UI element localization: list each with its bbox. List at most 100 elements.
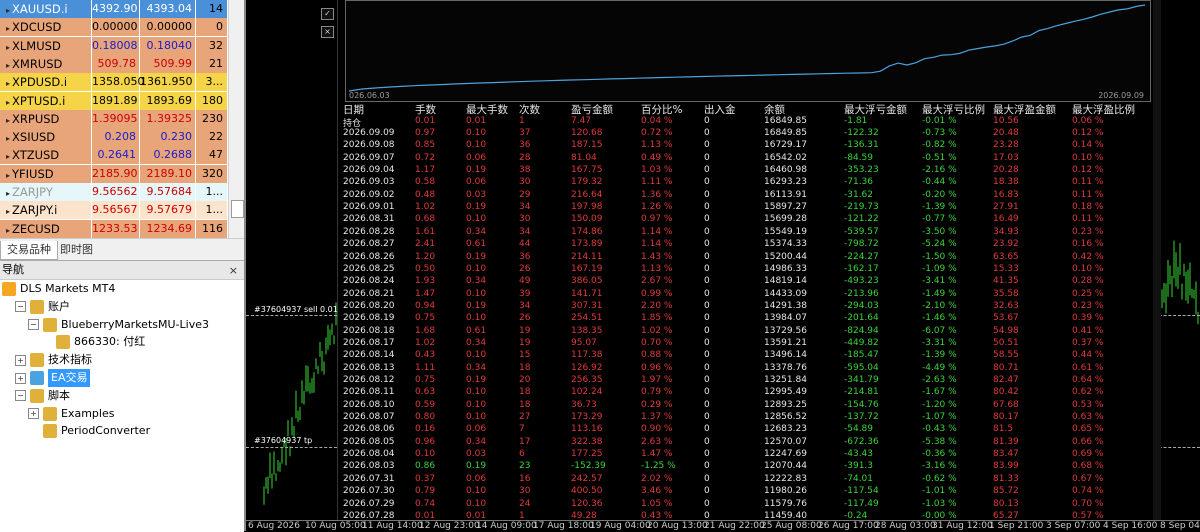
table-row[interactable]: 2026.08.17 1.02 0.34 19 95.07 0.70 % 0 13591.21… (338, 338, 1154, 350)
chart-symbol-button[interactable]: ✓ (321, 8, 334, 20)
market-row-xptusdi[interactable]: XPTUSD.i1891.891893.69180 (0, 91, 228, 111)
table-cell: 2026.09.01 (343, 202, 395, 213)
expand-toggle-icon[interactable]: − (15, 301, 26, 313)
nav-broker[interactable]: DLS Markets MT4 (2, 280, 115, 298)
table-cell: 0.16 % (1072, 239, 1104, 250)
table-row[interactable]: 2026.08.04 0.10 0.03 6 177.25 1.47 % 0 12247.69… (338, 449, 1154, 461)
market-watch-scrollbar[interactable] (228, 0, 245, 238)
take-profit-line[interactable] (246, 447, 337, 448)
market-row-yfiusd[interactable]: YFIUSD2185.902189.10320 (0, 164, 228, 184)
column-header[interactable]: 最大手数 (466, 102, 508, 117)
market-row-zarjpy[interactable]: ZARJPY9.565629.576841... (0, 183, 228, 202)
nav-account-866330[interactable]: 866330: 付红 (41, 333, 145, 351)
table-row[interactable]: 2026.09.02 0.48 0.03 29 216.64 1.36 % 0 16113.9… (338, 190, 1154, 202)
table-row[interactable]: 2026.08.25 0.50 0.10 26 167.19 1.13 % 0 14986.3… (338, 264, 1154, 276)
table-row[interactable]: 2026.07.31 0.37 0.06 16 242.57 2.02 % 0 12222.8… (338, 474, 1154, 486)
tab-tick-chart[interactable]: 即时图 (54, 241, 99, 259)
market-row-xtzusd[interactable]: XTZUSD0.26410.268847 (0, 146, 228, 166)
table-cell: 80.13 (993, 498, 1019, 509)
column-header[interactable]: 出入金 (704, 102, 736, 117)
table-row[interactable]: 2026.09.01 1.02 0.19 34 197.98 1.26 % 0 15897.2… (338, 202, 1154, 214)
table-row[interactable]: 2026.08.07 0.80 0.10 27 173.29 1.37 % 0 12856.5… (338, 412, 1154, 424)
column-header[interactable]: 最大浮亏比例 (922, 102, 985, 117)
market-row-zecusd[interactable]: ZECUSD1233.531234.69116 (0, 219, 228, 238)
symbol-name: XPDUSD.i (0, 73, 92, 92)
table-row[interactable]: 2026.08.18 1.68 0.61 19 138.35 1.02 % 0 13729.5… (338, 326, 1154, 338)
expand-toggle-icon[interactable]: + (28, 408, 39, 420)
table-row[interactable]: 2026.09.04 1.17 0.19 38 167.75 1.03 % 0 16460.9… (338, 165, 1154, 177)
chart-close-button[interactable]: × (321, 26, 334, 38)
column-header[interactable]: 最大浮亏金额 (844, 102, 907, 117)
table-row[interactable]: 2026.08.14 0.43 0.10 15 117.38 0.88 % 0 13496.1… (338, 350, 1154, 362)
navigator-close-button[interactable]: × (229, 262, 238, 280)
column-header[interactable]: 盈亏金额 (571, 102, 613, 117)
table-row[interactable]: 2026.07.30 0.79 0.10 30 400.50 3.46 % 0 11980.2… (338, 486, 1154, 498)
bid-price: 2185.90 (92, 164, 140, 183)
column-header[interactable]: 最大浮盈比例 (1072, 102, 1135, 117)
table-cell: 0 (704, 128, 710, 138)
table-row[interactable]: 2026.07.28 0.01 0.01 1 49.28 0.43 % 0 11459.40 -… (338, 511, 1154, 523)
table-row[interactable]: 2026.08.05 0.96 0.34 17 322.38 2.63 % 0 12570.0… (338, 437, 1154, 449)
market-row-xrpusd[interactable]: XRPUSD1.390951.39325230 (0, 109, 228, 129)
nav-indicators[interactable]: + 技术指标 (15, 351, 92, 369)
table-row[interactable]: 2026.08.24 1.93 0.34 49 386.05 2.67 % 0 14819.1… (338, 276, 1154, 288)
table-row[interactable]: 2026.08.26 1.20 0.19 36 214.11 1.43 % 0 15200.4… (338, 252, 1154, 264)
table-cell: 95.07 (571, 337, 597, 348)
folder-icon (43, 406, 57, 421)
market-row-xdcusd[interactable]: XDCUSD0.000000.000000 (0, 18, 228, 38)
table-row[interactable]: 2026.08.06 0.16 0.06 7 113.16 0.90 % 0 12683.23… (338, 424, 1154, 436)
nav-periodconverter[interactable]: PeriodConverter (28, 422, 150, 440)
column-header[interactable]: 百分比% (641, 102, 682, 117)
table-row[interactable]: 2026.08.19 0.75 0.10 26 254.51 1.85 % 0 13984.0… (338, 313, 1154, 325)
nav-accounts[interactable]: − 账户 (15, 298, 70, 316)
nav-item-label: 技术指标 (48, 353, 92, 367)
bid-price: 1358.050 (92, 73, 145, 92)
table-row[interactable]: 2026.08.20 0.94 0.19 34 307.31 2.20 % 0 14291.3… (338, 301, 1154, 313)
column-header[interactable]: 日期 (343, 102, 364, 117)
market-row-zarjpyi[interactable]: ZARJPY.i9.565679.576791... (0, 201, 228, 221)
table-row[interactable]: 2026.08.28 1.61 0.34 34 174.86 1.14 % 0 15549.1… (338, 227, 1154, 239)
market-row-xlmusd[interactable]: XLMUSD0.180080.1804032 (0, 36, 228, 56)
report-scrollbar[interactable] (1153, 0, 1161, 520)
market-row-xmrusd[interactable]: XMRUSD509.78509.9921 (0, 54, 228, 74)
ask-price: 2189.10 (140, 164, 196, 183)
expand-toggle-icon[interactable]: + (15, 372, 26, 384)
table-row[interactable]: 2026.09.07 0.72 0.06 28 81.04 0.49 % 0 16542.02… (338, 153, 1154, 165)
column-header[interactable]: 手数 (415, 102, 436, 117)
table-row[interactable]: 2026.08.12 0.75 0.19 20 256.35 1.97 % 0 13251.8… (338, 375, 1154, 387)
table-row[interactable]: 2026.09.03 0.58 0.06 30 179.32 1.11 % 0 16293.2… (338, 177, 1154, 189)
expand-toggle-icon[interactable]: − (15, 390, 26, 402)
table-cell: 1.93 (415, 276, 436, 287)
table-row[interactable]: 2026.09.09 0.97 0.10 37 120.68 0.72 % 0 16849.8… (338, 128, 1154, 140)
table-row[interactable]: 2026.08.11 0.63 0.10 18 102.24 0.79 % 0 12995.4… (338, 387, 1154, 399)
market-row-xpdusdi[interactable]: XPDUSD.i1358.0501361.9503... (0, 73, 228, 93)
table-row[interactable]: 2026.09.08 0.85 0.10 36 187.15 1.13 % 0 16729.1… (338, 140, 1154, 152)
sell-order-line[interactable] (246, 315, 337, 316)
table-cell: 2026.08.04 (343, 449, 395, 460)
table-row[interactable]: 2026.08.31 0.68 0.10 30 150.09 0.97 % 0 15699.2… (338, 214, 1154, 226)
nav-scripts[interactable]: − 脚本 (15, 387, 70, 405)
market-row-xsiusd[interactable]: XSIUSD0.2080.23022 (0, 128, 228, 148)
expand-toggle-icon[interactable]: − (28, 319, 39, 331)
table-row[interactable]: 2026.08.03 0.86 0.19 23 -152.39 -1.25 % 0 12070… (338, 461, 1154, 473)
table-row[interactable]: 2026.08.10 0.59 0.10 18 36.73 0.29 % 0 12893.25… (338, 400, 1154, 412)
scrollbar-thumb[interactable] (231, 200, 244, 218)
expand-toggle-icon[interactable]: + (15, 354, 26, 366)
table-row[interactable]: 2026.07.29 0.74 0.10 24 120.36 1.05 % 0 11579.7… (338, 499, 1154, 511)
column-header[interactable]: 次数 (519, 102, 540, 117)
market-row-xauusdi[interactable]: XAUUSD.i4392.904393.0414 (0, 0, 228, 19)
table-cell: 0 (704, 399, 710, 410)
nav-examples[interactable]: + Examples (28, 405, 114, 423)
table-cell: 2026.07.29 (343, 498, 395, 509)
holding-row[interactable]: 持仓 0.01 0.01 1 7.47 0.04 % 0 16849.85 -1.81 -0.01… (338, 116, 1154, 129)
table-row[interactable]: 2026.08.13 1.11 0.34 18 126.92 0.96 % 0 13378.7… (338, 363, 1154, 375)
table-row[interactable]: 2026.08.27 2.41 0.61 44 173.89 1.14 % 0 15374.3… (338, 239, 1154, 251)
nav-server[interactable]: − BlueberryMarketsMU-Live3 (28, 316, 209, 334)
table-cell: 0.25 % (1072, 288, 1104, 299)
column-header[interactable]: 余额 (764, 102, 785, 117)
table-cell: 18 (519, 399, 531, 410)
column-header[interactable]: 最大浮盈金额 (993, 102, 1056, 117)
table-row[interactable]: 2026.08.21 1.47 0.10 39 141.71 0.99 % 0 14433.0… (338, 289, 1154, 301)
tab-symbols[interactable]: 交易品种 (0, 241, 58, 260)
nav-expert-advisors[interactable]: + EA交易 (15, 369, 91, 387)
